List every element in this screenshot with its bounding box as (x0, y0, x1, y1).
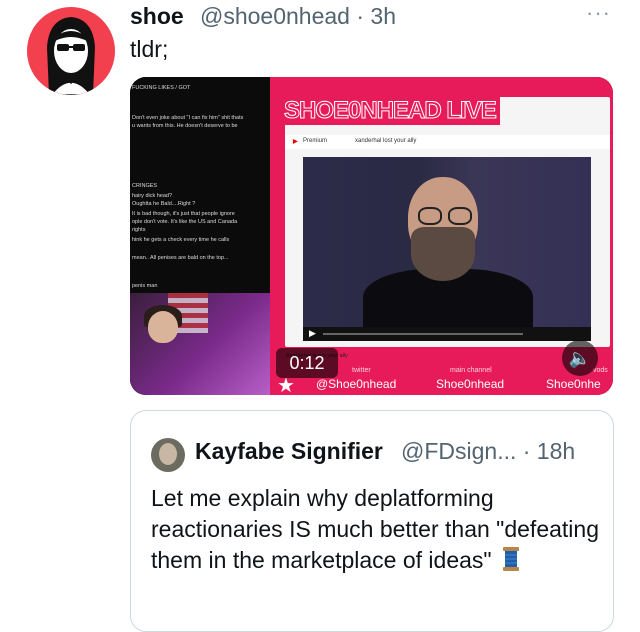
glasses-right-lens (448, 207, 472, 225)
tweet-video[interactable]: FUCKING LIKES / GOT Don't even joke abou… (130, 77, 613, 395)
vods-handle: Shoe0nhe (546, 377, 601, 391)
chat-line: rights (132, 227, 146, 233)
twitter-label: twitter (352, 367, 371, 374)
author-name[interactable]: shoe (130, 3, 184, 30)
author-handle[interactable]: @shoe0nhead · 3h (200, 3, 396, 30)
chat-line: ople don't vote. It's like the US and Ca… (132, 219, 238, 225)
avatar[interactable] (27, 7, 115, 95)
quoted-tweet-text: Let me explain why deplatforming reactio… (151, 483, 601, 576)
youtube-logo-icon: ▶ (293, 139, 298, 145)
video-timer: 0:12 (276, 348, 338, 378)
chat-line: CRINGES (132, 183, 158, 189)
chat-line: hairy dick head? (132, 193, 173, 199)
quoted-author-name[interactable]: Kayfabe Signifier (195, 438, 383, 465)
avatar-illustration (47, 17, 95, 95)
tweet-text: tldr; (130, 36, 169, 62)
quoted-author-handle[interactable]: @FDsign... · 18h (401, 438, 575, 465)
browser-window: ▶ Premium xanderhal lost your ally ▶ (285, 97, 610, 347)
main-channel-handle: Shoe0nhead (436, 377, 505, 391)
twitter-handle: @Shoe0nhead (316, 377, 397, 391)
channel-logo: SHOE0NHEAD LIVE (280, 97, 500, 125)
embedded-video (303, 157, 591, 339)
chat-line: FUCKING LIKES / GOT (132, 85, 191, 91)
glasses-left-lens (418, 207, 442, 225)
chat-line: Oughtta he Bald....Right ? (132, 201, 196, 207)
quoted-text-body: Let me explain why deplatforming reactio… (151, 485, 599, 573)
quoted-avatar[interactable] (151, 438, 185, 472)
speaker-icon[interactable]: 🔈 (562, 340, 598, 376)
youtube-header: ▶ Premium xanderhal lost your ally (285, 135, 610, 149)
chat-line: u wants from this. He doesn't deserve to… (132, 123, 238, 129)
chat-line: Don't even joke about "I can fix him" sh… (132, 115, 244, 121)
chat-line: It is bad though, it's just that people … (132, 211, 235, 217)
video-controls: ▶ (303, 327, 591, 341)
play-icon: ▶ (309, 328, 316, 338)
youtube-premium-label: Premium (303, 138, 328, 144)
chat-line: hink he gets a check every time he calls (132, 237, 230, 243)
man-beard (411, 227, 475, 281)
chat-line: mean.. All penises are bald on the top..… (132, 255, 229, 261)
progress-track (323, 333, 523, 335)
streamer-face (148, 311, 178, 343)
youtube-search-text: xanderhal lost your ally (355, 138, 417, 144)
quoted-tweet[interactable]: Kayfabe Signifier @FDsign... · 18h Let m… (130, 410, 614, 632)
main-channel-label: main channel (450, 367, 492, 374)
vods-label: vods (593, 367, 608, 374)
chat-line: penis man (132, 283, 158, 289)
quoted-avatar-face (159, 443, 177, 465)
webcam-feed (130, 293, 270, 395)
spool-icon (502, 547, 519, 571)
more-options-icon[interactable]: ··· (586, 0, 611, 26)
